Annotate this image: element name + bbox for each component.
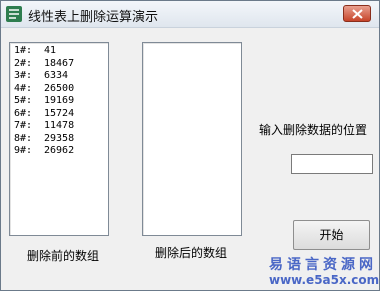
item-value: 29358 — [44, 132, 75, 144]
item-index: 5#: — [14, 95, 33, 106]
item-value: 26500 — [44, 82, 75, 94]
item-index: 2#: — [14, 57, 33, 69]
item-index: 8#: — [14, 132, 33, 144]
item-value: 11478 — [44, 120, 75, 131]
item-value: 41 — [44, 45, 57, 56]
watermark-url: www.e5a5x.com — [269, 273, 380, 287]
list-item[interactable]: 8#: 29358 — [10, 133, 108, 146]
item-index: 9#: — [14, 145, 33, 156]
item-index: 1#: — [14, 45, 33, 56]
item-index: 7#: — [14, 120, 33, 131]
after-delete-list[interactable] — [142, 42, 242, 236]
item-index: 6#: — [14, 107, 33, 119]
list-item[interactable]: 4#: 26500 — [10, 83, 108, 96]
before-delete-list[interactable]: 1#: 41 2#: 18467 3#: 6334 4#: 26500 5#: 19169 6#: 1… — [9, 42, 109, 236]
item-value: 26962 — [44, 145, 75, 156]
item-index: 4#: — [14, 82, 33, 94]
position-input[interactable] — [291, 154, 373, 174]
title-bar[interactable]: 线性表上删除运算演示 — [1, 1, 379, 28]
item-value: 6334 — [44, 70, 69, 81]
window-title: 线性表上删除运算演示 — [28, 10, 159, 25]
item-index: 3#: — [14, 70, 33, 81]
watermark-text: 易语言资源网 — [269, 257, 377, 273]
client-area: 1#: 41 2#: 18467 3#: 6334 4#: 26500 5#: 19169 6#: 1… — [1, 29, 379, 290]
list-items: 1#: 41 2#: 18467 3#: 6334 4#: 26500 5#: 19169 6#: 1… — [10, 43, 108, 158]
after-delete-caption: 删除后的数组 — [155, 246, 228, 260]
before-delete-caption: 删除前的数组 — [27, 249, 100, 263]
list-item[interactable]: 1#: 41 — [10, 45, 108, 58]
close-icon — [352, 9, 363, 19]
list-items — [143, 43, 241, 45]
list-item[interactable]: 3#: 6334 — [10, 70, 108, 83]
list-item[interactable]: 6#: 15724 — [10, 108, 108, 121]
list-item[interactable]: 2#: 18467 — [10, 58, 108, 71]
position-prompt-label: 输入删除数据的位置 — [259, 123, 368, 137]
app-icon — [6, 6, 22, 22]
start-button[interactable]: 开始 — [293, 220, 370, 250]
item-value: 19169 — [44, 95, 75, 106]
list-item[interactable]: 7#: 11478 — [10, 120, 108, 133]
list-item[interactable]: 5#: 19169 — [10, 95, 108, 108]
list-item[interactable]: 9#: 26962 — [10, 145, 108, 158]
item-value: 15724 — [44, 107, 75, 119]
close-button[interactable] — [343, 5, 371, 22]
app-window: 线性表上删除运算演示 1#: 41 2#: 18467 3#: 6334 4#: 26500 5… — [0, 0, 380, 291]
item-value: 18467 — [44, 57, 75, 69]
